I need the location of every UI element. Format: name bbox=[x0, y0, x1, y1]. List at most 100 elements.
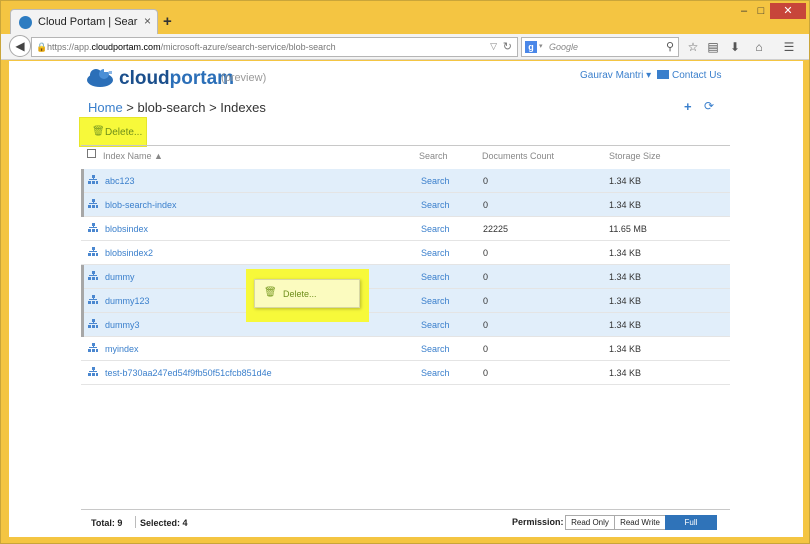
browser-window: Cloud Portam | Search Serv... × + – □ ✕ … bbox=[0, 0, 810, 544]
search-link[interactable]: Search bbox=[421, 368, 450, 378]
breadcrumb-separator: > bbox=[122, 100, 138, 115]
refresh-button[interactable]: ⟳ bbox=[704, 99, 714, 113]
context-delete-item[interactable]: Delete... bbox=[283, 289, 317, 299]
documents-count: 0 bbox=[483, 272, 489, 282]
index-hierarchy-icon bbox=[88, 271, 98, 280]
context-menu-highlight: 🗑 Delete... bbox=[246, 269, 369, 322]
search-link[interactable]: Search bbox=[421, 344, 450, 354]
table-row[interactable]: abc123 Search 0 1.34 KB bbox=[81, 169, 730, 193]
preview-label: (preview) bbox=[221, 72, 267, 84]
footer-separator bbox=[135, 516, 136, 528]
breadcrumb-home[interactable]: Home bbox=[88, 100, 123, 115]
documents-count: 0 bbox=[483, 248, 489, 258]
tab-close-icon[interactable]: × bbox=[144, 14, 151, 28]
table-row[interactable]: myindex Search 0 1.34 KB bbox=[81, 337, 730, 361]
index-name-link[interactable]: myindex bbox=[105, 344, 139, 354]
delete-button[interactable]: Delete... bbox=[105, 127, 142, 138]
download-icon[interactable]: ⬇ bbox=[727, 39, 743, 55]
browser-tab[interactable]: Cloud Portam | Search Serv... × bbox=[10, 9, 158, 35]
documents-count: 0 bbox=[483, 368, 489, 378]
table-row[interactable]: blobsindex2 Search 0 1.34 KB bbox=[81, 241, 730, 265]
search-link[interactable]: Search bbox=[421, 200, 450, 210]
home-icon[interactable]: ⌂ bbox=[751, 39, 767, 55]
reading-list-icon[interactable]: ▤ bbox=[705, 39, 721, 55]
contact-us-link[interactable]: Contact Us bbox=[657, 70, 721, 81]
selection-bar bbox=[81, 313, 84, 337]
total-count: Total: 9 bbox=[91, 518, 123, 528]
url-text: https://app.cloudportam.com/microsoft-az… bbox=[47, 42, 336, 52]
status-footer: Total: 9 Selected: 4 Permission: Read On… bbox=[81, 509, 730, 537]
index-name-link[interactable]: dummy123 bbox=[105, 296, 150, 306]
table-row[interactable]: blobsindex Search 22225 11.65 MB bbox=[81, 217, 730, 241]
search-engine-dropdown-icon[interactable]: ▾ bbox=[539, 42, 543, 50]
contact-us-label: Contact Us bbox=[672, 70, 722, 81]
search-link[interactable]: Search bbox=[421, 320, 450, 330]
read-only-button[interactable]: Read Only bbox=[565, 515, 615, 530]
trash-icon: 🗑 bbox=[92, 126, 105, 137]
add-index-button[interactable]: + bbox=[684, 99, 692, 114]
index-name-link[interactable]: dummy3 bbox=[105, 320, 140, 330]
back-button[interactable]: ◀ bbox=[9, 35, 31, 57]
close-window-button[interactable]: ✕ bbox=[770, 3, 806, 19]
index-name-link[interactable]: blobsindex2 bbox=[105, 248, 153, 258]
table-row[interactable]: blob-search-index Search 0 1.34 KB bbox=[81, 193, 730, 217]
bookmark-star-icon[interactable]: ☆ bbox=[685, 39, 701, 55]
index-hierarchy-icon bbox=[88, 223, 98, 232]
index-hierarchy-icon bbox=[88, 343, 98, 352]
table-row[interactable]: dummy Search 0 1.34 KB bbox=[81, 265, 730, 289]
index-name-link[interactable]: dummy bbox=[105, 272, 135, 282]
trash-icon: 🗑 bbox=[264, 287, 277, 298]
search-link[interactable]: Search bbox=[421, 296, 450, 306]
maximize-button[interactable]: □ bbox=[753, 3, 769, 19]
breadcrumb: Home > blob-search > Indexes bbox=[88, 100, 266, 115]
search-placeholder: Google bbox=[549, 42, 579, 52]
table-row[interactable]: test-b730aa247ed54f9fb50f51cfcb851d4e Sea… bbox=[81, 361, 730, 385]
select-all-checkbox[interactable] bbox=[87, 149, 96, 158]
index-name-link[interactable]: abc123 bbox=[105, 176, 135, 186]
url-dropdown-icon[interactable]: ▽ bbox=[490, 41, 497, 52]
menu-icon[interactable]: ☰ bbox=[781, 39, 797, 55]
search-icon[interactable]: ⚲ bbox=[666, 40, 674, 53]
header-search: Search bbox=[419, 151, 448, 161]
table-row[interactable]: dummy3 Search 0 1.34 KB bbox=[81, 313, 730, 337]
titlebar: Cloud Portam | Search Serv... × + – □ ✕ bbox=[1, 1, 809, 35]
header-index-name[interactable]: Index Name ▲ bbox=[103, 151, 163, 161]
index-hierarchy-icon bbox=[88, 319, 98, 328]
cloud-logo-icon bbox=[87, 68, 113, 87]
index-hierarchy-icon bbox=[88, 175, 98, 184]
selected-count: Selected: 4 bbox=[140, 518, 188, 528]
index-name-link[interactable]: test-b730aa247ed54f9fb50f51cfcb851d4e bbox=[105, 368, 272, 378]
new-tab-button[interactable]: + bbox=[163, 13, 172, 30]
index-name-link[interactable]: blob-search-index bbox=[105, 200, 177, 210]
table-row[interactable]: dummy123 Search 0 1.34 KB bbox=[81, 289, 730, 313]
storage-size: 1.34 KB bbox=[609, 320, 642, 330]
envelope-icon bbox=[657, 70, 669, 79]
url-bar[interactable]: 🔒 https://app.cloudportam.com/microsoft-… bbox=[31, 37, 518, 57]
breadcrumb-current: Indexes bbox=[220, 100, 266, 115]
search-link[interactable]: Search bbox=[421, 272, 450, 282]
breadcrumb-service[interactable]: blob-search bbox=[138, 100, 206, 115]
header-documents-count: Documents Count bbox=[482, 151, 555, 161]
storage-size: 1.34 KB bbox=[609, 176, 642, 186]
index-name-link[interactable]: blobsindex bbox=[105, 224, 148, 234]
read-write-button[interactable]: Read Write bbox=[614, 515, 666, 530]
selection-bar bbox=[81, 193, 84, 217]
search-link[interactable]: Search bbox=[421, 224, 450, 234]
search-bar[interactable]: g ▾ Google ⚲ bbox=[521, 37, 679, 57]
minimize-button[interactable]: – bbox=[736, 3, 752, 19]
storage-size: 1.34 KB bbox=[609, 296, 642, 306]
search-link[interactable]: Search bbox=[421, 248, 450, 258]
user-menu[interactable]: Gaurav Mantri ▾ bbox=[580, 70, 651, 81]
documents-count: 0 bbox=[483, 320, 489, 330]
selection-bar bbox=[81, 265, 84, 289]
reload-icon[interactable]: ↻ bbox=[503, 40, 512, 53]
selection-bar bbox=[81, 169, 84, 193]
header-storage-size: Storage Size bbox=[609, 151, 661, 161]
google-icon[interactable]: g bbox=[525, 41, 537, 53]
search-link[interactable]: Search bbox=[421, 176, 450, 186]
storage-size: 1.34 KB bbox=[609, 368, 642, 378]
selection-bar bbox=[81, 289, 84, 313]
permission-label: Permission: bbox=[512, 517, 564, 527]
storage-size: 1.34 KB bbox=[609, 200, 642, 210]
full-permission-button[interactable]: Full bbox=[665, 515, 717, 530]
